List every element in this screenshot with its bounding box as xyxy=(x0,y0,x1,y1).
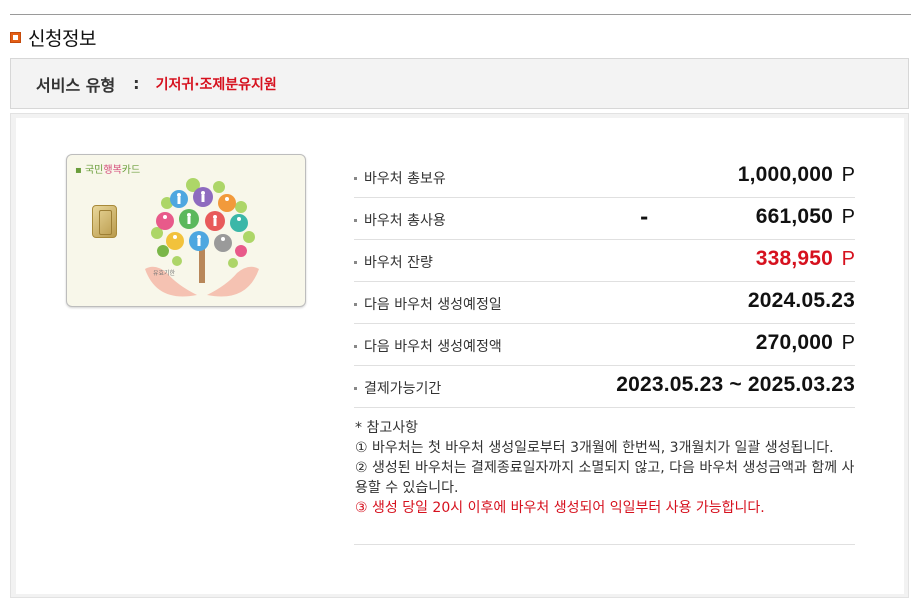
note-line-1: ① 바우처는 첫 바우처 생성일로부터 3개월에 한번씩, 3개월치가 일괄 생… xyxy=(355,440,834,456)
service-type-bar: 서비스 유형 : 기저귀·조제분유지원 xyxy=(10,58,909,109)
service-type-label: 서비스 유형 xyxy=(36,75,116,95)
voucher-row-label: 바우처 총보유 xyxy=(354,168,446,188)
voucher-row-unit: P xyxy=(841,164,855,186)
square-bullet-icon xyxy=(10,31,21,43)
voucher-total-row: 바우처 총보유 1,000,000 P xyxy=(354,156,855,198)
happiness-card-image: ▪ 국민행복카드 유효기한 xyxy=(66,154,306,307)
voucher-row-label: 다음 바우처 생성예정액 xyxy=(354,336,502,356)
card-validity-label: 유효기한 xyxy=(153,270,176,277)
voucher-row-value: 661,050 xyxy=(755,205,833,228)
voucher-row-unit: P xyxy=(841,206,855,228)
voucher-row-value: 2024.05.23 xyxy=(747,289,855,312)
voucher-row-value: 1,000,000 xyxy=(737,163,833,186)
note-line-2: ② 생성된 바우처는 결제종료일자까지 소멸되지 않고, 다음 바우처 생성금액… xyxy=(355,460,855,496)
voucher-balance-row: 바우처 잔량 338,950 P xyxy=(354,240,855,282)
note-line-3: ③ 생성 당일 20시 이후에 바우처 생성되어 익일부터 사용 가능합니다. xyxy=(355,500,765,516)
voucher-balance-value: 338,950 xyxy=(755,247,833,270)
voucher-row-label: 결제가능기간 xyxy=(354,378,441,398)
notes-title: * 참고사항 xyxy=(355,420,418,436)
section-title: 신청정보 xyxy=(28,27,96,50)
voucher-used-row: 바우처 총사용 - 661,050 P xyxy=(354,198,855,240)
notes-divider xyxy=(354,544,855,545)
section-header: 신청정보 xyxy=(10,25,96,50)
reference-notes: * 참고사항 ① 바우처는 첫 바우처 생성일로부터 3개월에 한번씩, 3개월… xyxy=(355,418,855,518)
service-type-value: 기저귀·조제분유지원 xyxy=(155,76,277,93)
top-divider xyxy=(10,14,911,15)
voucher-row-unit: P xyxy=(841,248,855,270)
next-voucher-date-row: 다음 바우처 생성예정일 2024.05.23 xyxy=(354,282,855,324)
next-voucher-amount-row: 다음 바우처 생성예정액 270,000 P xyxy=(354,324,855,366)
voucher-row-value: 2023.05.23 ~ 2025.03.23 xyxy=(616,373,855,396)
voucher-row-minus: - xyxy=(640,205,649,229)
payment-period-row: 결제가능기간 2023.05.23 ~ 2025.03.23 xyxy=(354,366,855,408)
voucher-row-label: 다음 바우처 생성예정일 xyxy=(354,294,502,314)
card-brand-logo: ▪ 국민행복카드 xyxy=(75,165,141,176)
service-type-separator: : xyxy=(133,74,140,93)
voucher-row-label: 바우처 잔량 xyxy=(354,252,433,272)
voucher-row-value: 270,000 xyxy=(755,331,833,354)
card-chip-icon xyxy=(92,205,117,238)
voucher-row-unit: P xyxy=(841,332,855,354)
voucher-row-label: 바우처 총사용 xyxy=(354,210,446,230)
card-tree-illustration xyxy=(145,178,259,297)
